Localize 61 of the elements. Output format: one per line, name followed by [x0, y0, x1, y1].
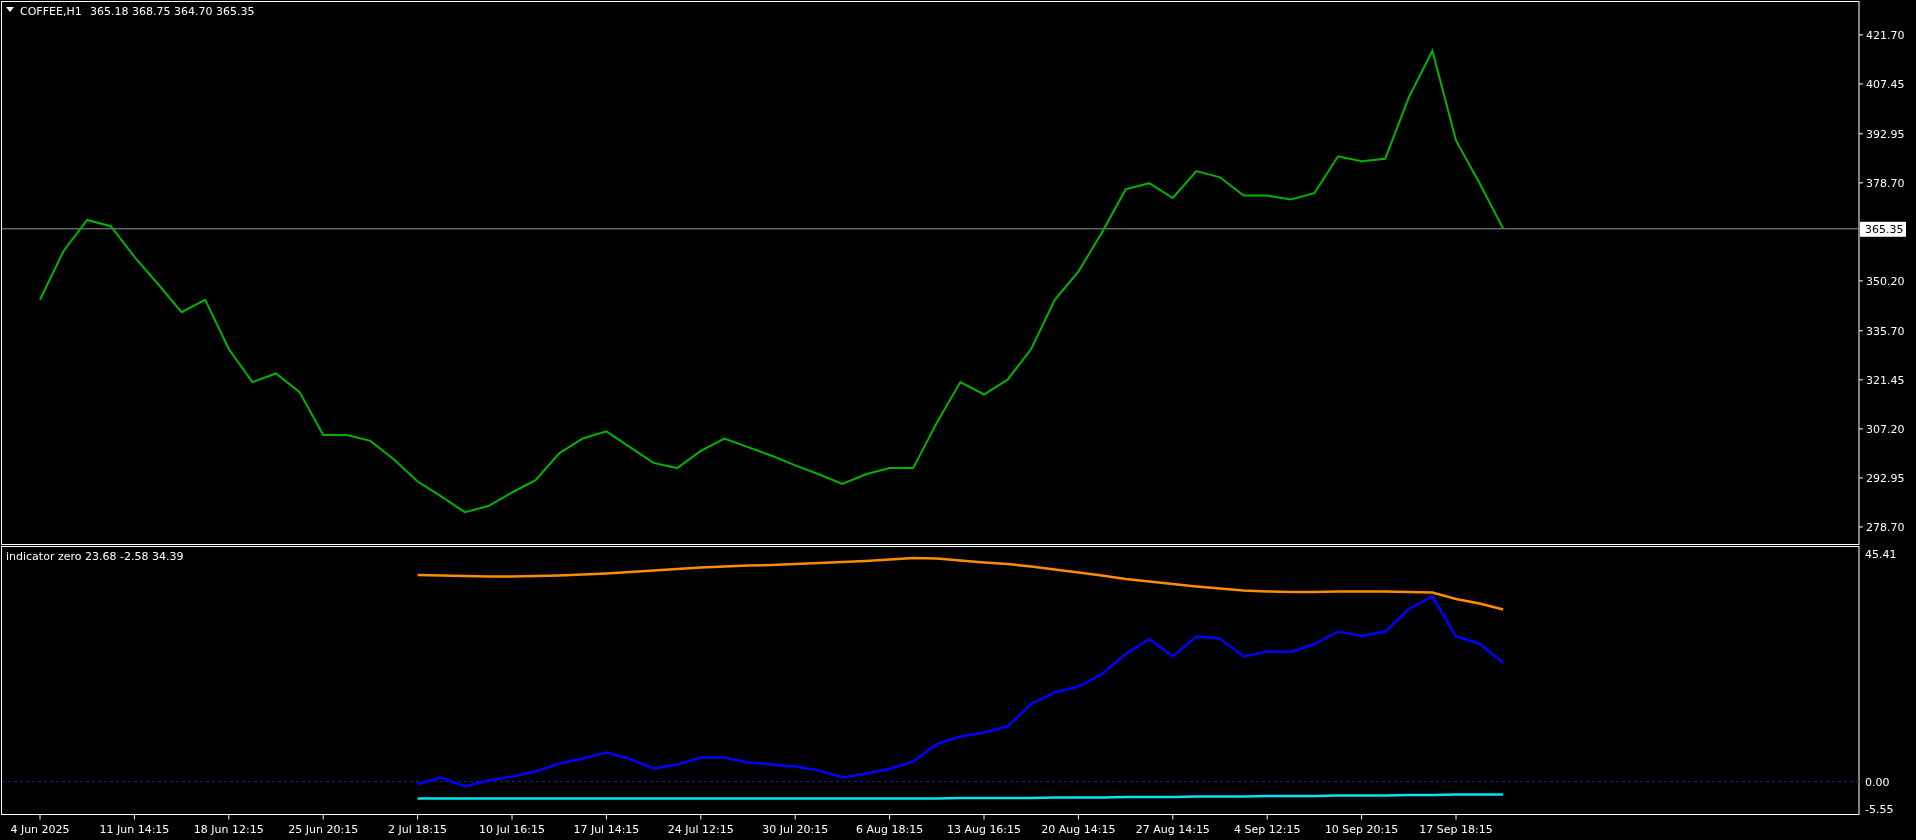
time-axis-label: 10 Jul 16:15: [479, 813, 545, 836]
price-axis-label: 335.70: [1858, 324, 1905, 338]
price-axis-label: 421.70: [1858, 28, 1905, 42]
y-tick-label: 392.95: [1866, 127, 1905, 141]
time-axis-label: 4 Jun 2025: [10, 813, 70, 836]
time-axis-label: 27 Aug 14:15: [1135, 813, 1210, 836]
x-tick-label: 17 Jul 14:15: [573, 822, 640, 836]
x-tick-label: 18 Jun 12:15: [193, 822, 264, 836]
time-axis-label: 6 Aug 18:15: [856, 813, 924, 836]
x-tick-label: 30 Jul 20:15: [762, 822, 829, 836]
time-axis-label: 30 Jul 20:15: [762, 813, 829, 836]
x-tick-label: 11 Jun 14:15: [99, 822, 170, 836]
current-price-tag: 365.35: [1860, 221, 1906, 237]
indicator-axis-label: -5.55: [1865, 802, 1894, 816]
time-axis-label: 13 Aug 16:15: [946, 813, 1022, 836]
x-tick-label: 17 Sep 18:15: [1419, 822, 1493, 836]
x-tick-label: 10 Sep 20:15: [1324, 822, 1399, 836]
y-tick-label: 292.95: [1866, 471, 1905, 485]
time-axis-label: 17 Sep 18:15: [1419, 813, 1493, 836]
quote-values: 365.18 368.75 364.70 365.35: [90, 5, 255, 18]
x-tick-label: 2 Jul 18:15: [388, 822, 448, 836]
indicator-axis-label: 45.41: [1865, 548, 1897, 562]
price-axis-label: 292.95: [1858, 471, 1905, 485]
ref-line-label: 365.35: [1865, 222, 1904, 236]
x-tick-label: 6 Aug 18:15: [856, 822, 924, 836]
price-axis-label: 307.20: [1858, 422, 1905, 436]
price-axis-label: 278.70: [1858, 520, 1905, 534]
price-axis-label: 392.95: [1858, 127, 1905, 141]
indicator-axis-label: 0.00: [1865, 775, 1890, 789]
y-tick-label: 378.70: [1866, 176, 1905, 190]
x-tick-label: 4 Sep 12:15: [1233, 822, 1301, 836]
indicator-title: indicator zero 23.68 -2.58 34.39: [6, 549, 184, 563]
time-axis-label: 18 Jun 12:15: [193, 813, 264, 836]
dropdown-triangle-icon[interactable]: [6, 7, 14, 12]
y-tick-label: 421.70: [1866, 28, 1905, 42]
price-axis-label: 407.45: [1858, 77, 1905, 91]
x-tick-label: 27 Aug 14:15: [1135, 822, 1210, 836]
time-axis-label: 2 Jul 18:15: [388, 813, 448, 836]
y-tick-label: 350.20: [1866, 274, 1905, 288]
time-axis-label: 10 Sep 20:15: [1324, 813, 1399, 836]
time-axis-label: 4 Sep 12:15: [1234, 813, 1301, 836]
time-axis-label: 17 Jul 14:15: [573, 813, 640, 836]
price-axis-label: 321.45: [1858, 373, 1905, 387]
x-tick-label: 4 Jun 2025: [10, 822, 70, 836]
y-tick-label: 307.20: [1866, 422, 1905, 436]
time-axis-label: 20 Aug 14:15: [1041, 813, 1116, 836]
x-tick-label: 10 Jul 16:15: [479, 822, 545, 836]
y-tick-label: 321.45: [1866, 373, 1905, 387]
y-tick-label: 407.45: [1866, 77, 1905, 91]
time-axis-label: 11 Jun 14:15: [99, 813, 170, 836]
price-axis-label: 378.70: [1858, 176, 1905, 190]
price-axis-label: 350.20: [1858, 274, 1905, 288]
time-axis-label: 24 Jul 12:15: [667, 813, 734, 836]
y-tick-label: 278.70: [1866, 520, 1905, 534]
x-tick-label: 25 Jun 20:15: [288, 822, 359, 836]
y-tick-label: 335.70: [1866, 324, 1905, 338]
symbol-title: COFFEE,H1: [20, 5, 82, 18]
x-tick-label: 24 Jul 12:15: [667, 822, 734, 836]
x-tick-label: 13 Aug 16:15: [946, 822, 1022, 836]
x-tick-label: 20 Aug 14:15: [1041, 822, 1116, 836]
time-axis-label: 25 Jun 20:15: [288, 813, 359, 836]
